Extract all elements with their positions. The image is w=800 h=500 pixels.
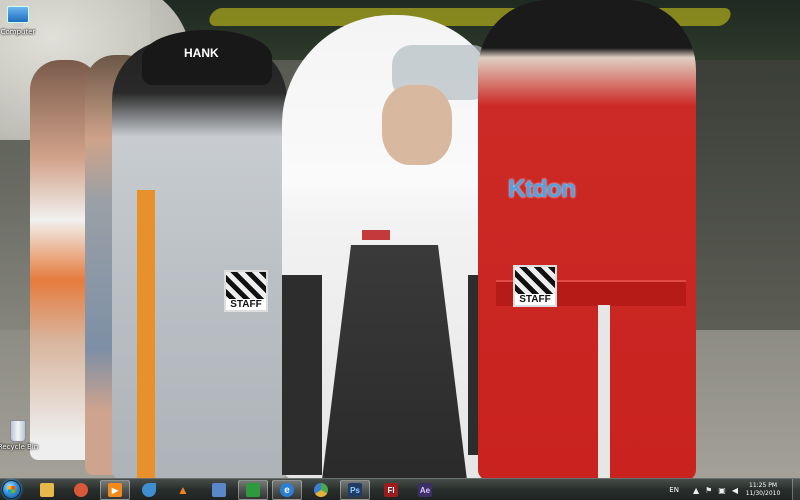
clock-time: 11:25 PM: [749, 482, 777, 489]
taskbar-pin-flash[interactable]: Fl: [376, 480, 406, 500]
wallpaper-suit-brand: Ktdon: [508, 175, 576, 203]
control-panel-icon: [314, 483, 328, 497]
desktop-icon-label: Recycle Bin: [0, 443, 39, 451]
taskbar-pin-paint[interactable]: [66, 480, 96, 500]
show-hidden-icons-icon[interactable]: ▲: [693, 486, 699, 495]
desktop-icon-label: Computer: [0, 28, 36, 36]
taskbar-pin-explorer[interactable]: [32, 480, 62, 500]
start-button[interactable]: [2, 480, 21, 499]
wallpaper-staff-badge-2: STAFF: [513, 265, 557, 307]
taskbar-pin-after-effects[interactable]: Ae: [410, 480, 440, 500]
network-icon[interactable]: ▣: [718, 486, 726, 495]
taskbar-pin-control-panel[interactable]: [306, 480, 336, 500]
internet-explorer-icon: e: [280, 483, 294, 497]
remote-desktop-icon: [212, 483, 226, 497]
photoshop-icon: Ps: [348, 483, 362, 497]
clock[interactable]: 11:25 PM 11/30/2010: [744, 482, 782, 498]
taskbar-pin-photoshop[interactable]: Ps: [340, 480, 370, 500]
taskbar-pin-media-player[interactable]: ▶: [100, 480, 130, 500]
desktop-wallpaper: HANK STAFF Ktdon STAFF: [0, 0, 800, 478]
media-player-icon: ▶: [108, 483, 122, 497]
bird-icon: [142, 483, 156, 497]
after-effects-icon: Ae: [418, 483, 432, 497]
desktop-icon-recycle-bin[interactable]: Recycle Bin: [0, 420, 53, 451]
desktop-icon-computer[interactable]: Computer: [0, 6, 53, 36]
taskbar-pin-green-app[interactable]: [238, 480, 268, 500]
taskbar-pin-vlc[interactable]: ▲: [168, 480, 198, 500]
wallpaper-cap: HANK: [142, 30, 272, 85]
recycle-bin-icon: [10, 420, 26, 442]
wallpaper-rider-white-suit: [282, 15, 507, 478]
system-tray: EN ▲ ⚑ ▣ ◀ 11:25 PM 11/30/2010: [669, 479, 800, 500]
wallpaper-staff-grey-suit: HANK STAFF: [112, 30, 287, 478]
flash-icon: Fl: [384, 483, 398, 497]
volume-icon[interactable]: ◀: [732, 486, 738, 495]
taskbar: ▶ ▲ e Ps Fl Ae EN ▲ ⚑ ▣ ◀ 11:25 PM 11/30…: [0, 478, 800, 500]
explorer-icon: [40, 483, 54, 497]
green-app-icon: [246, 483, 260, 497]
vlc-icon: ▲: [177, 483, 189, 497]
language-indicator[interactable]: EN: [669, 486, 679, 494]
paint-icon: [74, 483, 88, 497]
action-center-flag-icon[interactable]: ⚑: [705, 486, 712, 495]
computer-icon: [7, 6, 29, 27]
clock-date: 11/30/2010: [745, 490, 781, 497]
taskbar-pin-internet-explorer[interactable]: e: [272, 480, 302, 500]
show-desktop-button[interactable]: [792, 479, 800, 500]
wallpaper-staff-badge: STAFF: [224, 270, 268, 312]
taskbar-pin-bird-app[interactable]: [134, 480, 164, 500]
taskbar-pin-remote-desktop[interactable]: [204, 480, 234, 500]
wallpaper-mechanic-red-suit: Ktdon STAFF: [478, 0, 696, 478]
